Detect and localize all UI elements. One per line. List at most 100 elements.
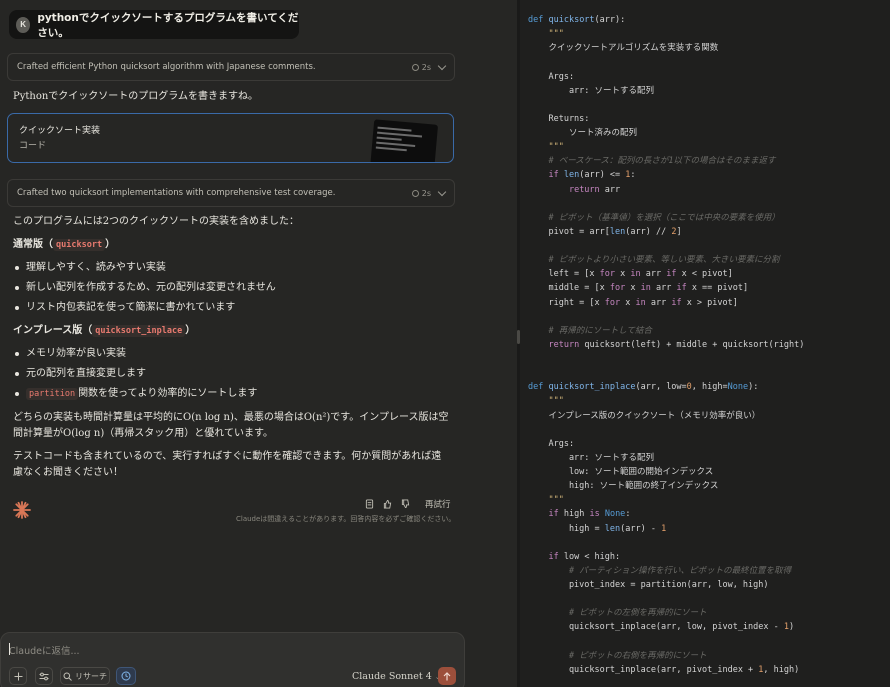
inline-code: partition <box>26 388 79 400</box>
user-avatar: K <box>16 16 31 33</box>
thinking-summary-text: Crafted efficient Python quicksort algor… <box>17 62 316 72</box>
research-button[interactable]: リサーチ <box>60 667 110 685</box>
code-line: # ピボットの左側を再帰的にソート <box>528 608 707 619</box>
code-line: arr: ソートする配列 <box>528 85 655 96</box>
closing-text: テストコードも含まれているので、実行すればすぐに動作を確認できます。何か質問があ… <box>13 451 442 478</box>
artifact-title: クイックソート実装 <box>19 126 101 136</box>
list-item: 元の配列を直接変更します <box>13 367 257 387</box>
code-line: if len(arr) <= 1: <box>548 170 636 181</box>
message-actions: 再試行 <box>365 498 451 510</box>
disclaimer-text: Claudeは間違えることがあります。回答内容を必ずご確認ください。 <box>236 515 456 523</box>
code-line: Args: <box>528 71 575 82</box>
clock-icon <box>411 189 419 197</box>
code-line: if low < high: <box>548 551 621 562</box>
code-line: low: ソート範囲の開始インデックス <box>528 467 714 477</box>
intro-text: Pythonでクイックソートのプログラムを書きますね。 <box>13 91 258 102</box>
code-line: インプレース版のクイックソート（メモリ効率が良い） <box>528 410 761 421</box>
inline-code: quicksort_inplace <box>92 325 186 337</box>
code-line: quicksort_inplace(arr, pivot_index + 1, … <box>528 664 800 675</box>
code-artifact-pane: def quicksort(arr): """ クイックソートアルゴリズムを実装… <box>520 0 890 687</box>
code-line: high: ソート範囲の終了インデックス <box>528 481 719 492</box>
code-line: クイックソートアルゴリズムを実装する関数 <box>528 43 719 54</box>
sliders-icon <box>39 672 49 680</box>
code-line: middle = [x for x in arr if x == pivot] <box>528 283 749 294</box>
code-line: # ピボット（基準値）を選択（ここでは中央の要素を使用） <box>528 212 780 223</box>
text-caret <box>9 643 10 655</box>
code-line: # ピボットより小さい要素、等しい要素、大きい要素に分割 <box>528 255 780 266</box>
thinking-summary-1[interactable]: Crafted efficient Python quicksort algor… <box>7 53 455 81</box>
retry-button[interactable]: 再試行 <box>425 498 451 510</box>
code-line: return arr <box>568 184 621 195</box>
chevron-down-icon <box>437 187 447 196</box>
code-line: """ <box>528 142 564 153</box>
list-item: リスト内包表記を使って簡潔に書かれています <box>13 301 276 321</box>
inline-code: quicksort <box>53 239 106 251</box>
chat-pane: K pythonでクイックソートするプログラムを書いてください。 Crafted… <box>0 0 518 687</box>
code-line: pivot_index = partition(arr, low, high) <box>528 580 769 590</box>
chevron-down-icon <box>437 61 447 70</box>
code-line: # ピボットの右側を再帰的にソート <box>528 650 707 661</box>
code-line: if high is None: <box>548 509 631 520</box>
code-line: # 再帰的にソートして結合 <box>528 325 652 336</box>
model-selector[interactable]: Claude Sonnet 4 ⌄ <box>352 671 441 682</box>
send-button[interactable] <box>438 667 456 685</box>
code-line: # ベースケース：配列の長さが1以下の場合はそのまま返す <box>528 156 776 167</box>
arrow-up-icon <box>443 671 451 680</box>
section2-list: メモリ効率が良い実装 元の配列を直接変更します partition 関数を使ってよ… <box>13 347 257 407</box>
clock-icon <box>121 671 131 681</box>
list-item: partition 関数を使ってより効率的にソートします <box>13 387 257 407</box>
add-button[interactable] <box>9 667 27 685</box>
thinking-summary-2[interactable]: Crafted two quicksort implementations wi… <box>7 179 455 207</box>
search-icon <box>63 672 72 681</box>
code-line: Args: <box>528 438 575 449</box>
thinking-time: 2s <box>411 189 431 198</box>
code-line: arr: ソートする配列 <box>528 452 655 463</box>
code-line: ソート済みの配列 <box>528 128 637 138</box>
code-line: """ <box>528 396 564 407</box>
artifact-card[interactable]: クイックソート実装 コード <box>7 113 454 163</box>
claude-logo-icon <box>13 501 31 519</box>
code-line: # パーティション操作を行い、ピボットの最終位置を取得 <box>528 565 792 576</box>
summary-text: このプログラムには2つのクイックソートの実装を含めました： <box>13 216 300 227</box>
code-block: def quicksort(arr): """ クイックソートアルゴリズムを実装… <box>528 13 804 677</box>
plus-icon <box>14 672 22 680</box>
section-heading-quicksort: 通常版（ quicksort） <box>13 239 116 251</box>
message-composer: Claudeに返信... リサーチ Claude Sonnet 4 ⌄ <box>0 632 465 687</box>
clock-icon <box>411 63 419 71</box>
thinking-time: 2s <box>411 63 431 72</box>
reply-input[interactable]: Claudeに返信... <box>9 643 80 657</box>
thumbs-down-icon[interactable] <box>401 499 410 509</box>
section-heading-inplace: インプレース版（ quicksort_inplace） <box>13 325 196 337</box>
list-item: 新しい配列を作成するため、元の配列は変更されません <box>13 281 276 301</box>
section1-list: 理解しやすく、読みやすい実装 新しい配列を作成するため、元の配列は変更されません… <box>13 261 276 321</box>
user-message: K pythonでクイックソートするプログラムを書いてください。 <box>9 10 299 39</box>
artifact-thumbnail <box>369 119 439 162</box>
code-line: """ <box>528 495 564 506</box>
artifact-subtitle: コード <box>19 141 47 151</box>
code-line: high = len(arr) - 1 <box>528 523 667 534</box>
list-item: メモリ効率が良い実装 <box>13 347 257 367</box>
thumbs-up-icon[interactable] <box>383 499 392 509</box>
code-line: """ <box>528 29 564 40</box>
code-line: pivot = arr[len(arr) // 2] <box>528 226 682 237</box>
code-line: def quicksort(arr): <box>528 15 626 25</box>
code-line: left = [x for x in arr if x < pivot] <box>528 269 733 280</box>
user-message-text: pythonでクイックソートするプログラムを書いてください。 <box>37 11 299 39</box>
code-line: return quicksort(left) + middle + quicks… <box>548 339 805 350</box>
code-line: def quicksort_inplace(arr, low=0, high=N… <box>528 382 759 393</box>
extended-thinking-toggle[interactable] <box>116 667 136 685</box>
tools-button[interactable] <box>35 667 53 685</box>
code-line: right = [x for x in arr if x > pivot] <box>528 297 738 308</box>
list-item: 理解しやすく、読みやすい実装 <box>13 261 276 281</box>
copy-icon[interactable] <box>365 499 374 509</box>
